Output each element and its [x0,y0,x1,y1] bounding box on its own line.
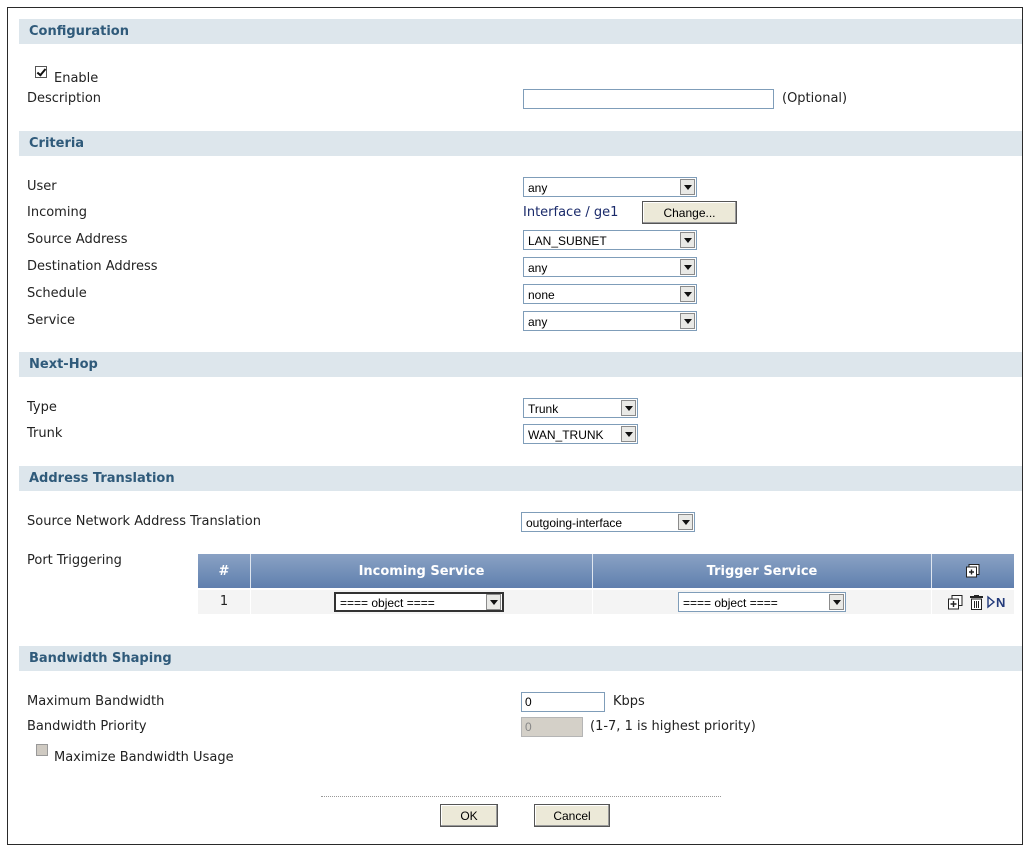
bandwidth-priority-hint: (1-7, 1 is highest priority) [590,719,756,734]
maximum-bandwidth-unit: Kbps [613,694,645,709]
bandwidth-priority-input[interactable] [521,717,583,737]
source-address-select[interactable]: LAN_SUBNET [523,230,697,250]
description-input[interactable] [523,89,774,109]
enable-checkbox[interactable] [35,66,47,78]
bandwidth-priority-label: Bandwidth Priority [27,719,147,734]
incoming-value: Interface / ge1 [523,205,619,220]
ok-button[interactable]: OK [440,804,498,827]
section-title-address-translation: Address Translation [29,471,175,486]
chevron-down-icon [621,400,636,416]
add-icon[interactable] [932,554,1014,588]
source-address-label: Source Address [27,232,128,247]
policy-route-edit-dialog: Configuration Enable Description (Option… [7,7,1023,845]
cancel-button[interactable]: Cancel [534,804,610,827]
incoming-change-button[interactable]: Change... [642,201,737,224]
source-address-value: LAN_SUBNET [528,234,607,248]
chevron-down-icon [486,594,501,610]
trigger-service-select[interactable]: ==== object ==== [678,592,846,612]
schedule-value: none [528,288,555,302]
column-header-trigger-service: Trigger Service [706,563,818,579]
port-triggering-label: Port Triggering [27,553,122,568]
description-hint: (Optional) [782,91,848,106]
chevron-down-icon [680,232,695,248]
section-title-bandwidth-shaping: Bandwidth Shaping [29,651,172,666]
incoming-service-value: ==== object ==== [340,596,435,610]
section-configuration: Configuration [19,19,1022,44]
chevron-down-icon [678,514,693,530]
destination-address-value: any [528,261,548,275]
chevron-down-icon [829,594,844,610]
section-criteria: Criteria [19,131,1022,156]
section-address-translation: Address Translation [19,466,1022,491]
column-header-index: # [218,563,230,579]
trunk-value: WAN_TRUNK [528,428,604,442]
trunk-label: Trunk [27,426,63,441]
trigger-service-value: ==== object ==== [683,596,778,610]
maximize-bandwidth-label: Maximize Bandwidth Usage [54,750,234,765]
snat-value: outgoing-interface [526,516,623,530]
type-label: Type [27,400,57,415]
chevron-down-icon [621,426,636,442]
description-label: Description [27,91,102,106]
svg-text:N: N [996,595,1005,609]
service-label: Service [27,313,76,328]
snat-select[interactable]: outgoing-interface [521,512,695,532]
maximum-bandwidth-input[interactable] [521,692,605,712]
chevron-down-icon [680,313,695,329]
type-select[interactable]: Trunk [523,398,638,418]
incoming-service-select[interactable]: ==== object ==== [334,592,504,612]
insert-icon[interactable] [947,594,963,610]
table-row: 1 ==== object ==== ==== object ==== N [198,590,1014,614]
incoming-label: Incoming [27,205,87,220]
section-title-configuration: Configuration [29,24,129,39]
footer-divider [321,796,721,797]
destination-address-label: Destination Address [27,259,158,274]
delete-icon[interactable] [968,594,984,610]
schedule-label: Schedule [27,286,87,301]
section-next-hop: Next-Hop [19,352,1022,377]
move-icon[interactable]: N [987,594,1009,610]
service-select[interactable]: any [523,311,697,331]
port-triggering-table-header: # Incoming Service Trigger Service [198,554,1014,588]
maximum-bandwidth-label: Maximum Bandwidth [27,694,165,709]
type-value: Trunk [528,402,559,416]
user-label: User [27,179,57,194]
enable-label: Enable [54,71,99,86]
snat-label: Source Network Address Translation [27,514,261,529]
destination-address-select[interactable]: any [523,257,697,277]
section-bandwidth-shaping: Bandwidth Shaping [19,646,1022,671]
schedule-select[interactable]: none [523,284,697,304]
user-select-value: any [528,181,548,195]
column-header-incoming-service: Incoming Service [358,563,485,579]
chevron-down-icon [680,179,695,195]
service-value: any [528,315,548,329]
section-title-next-hop: Next-Hop [29,357,98,372]
chevron-down-icon [680,259,695,275]
trunk-select[interactable]: WAN_TRUNK [523,424,638,444]
row-index: 1 [219,594,229,609]
maximize-bandwidth-checkbox[interactable] [36,744,48,756]
chevron-down-icon [680,286,695,302]
user-select[interactable]: any [523,177,697,197]
section-title-criteria: Criteria [29,136,85,151]
